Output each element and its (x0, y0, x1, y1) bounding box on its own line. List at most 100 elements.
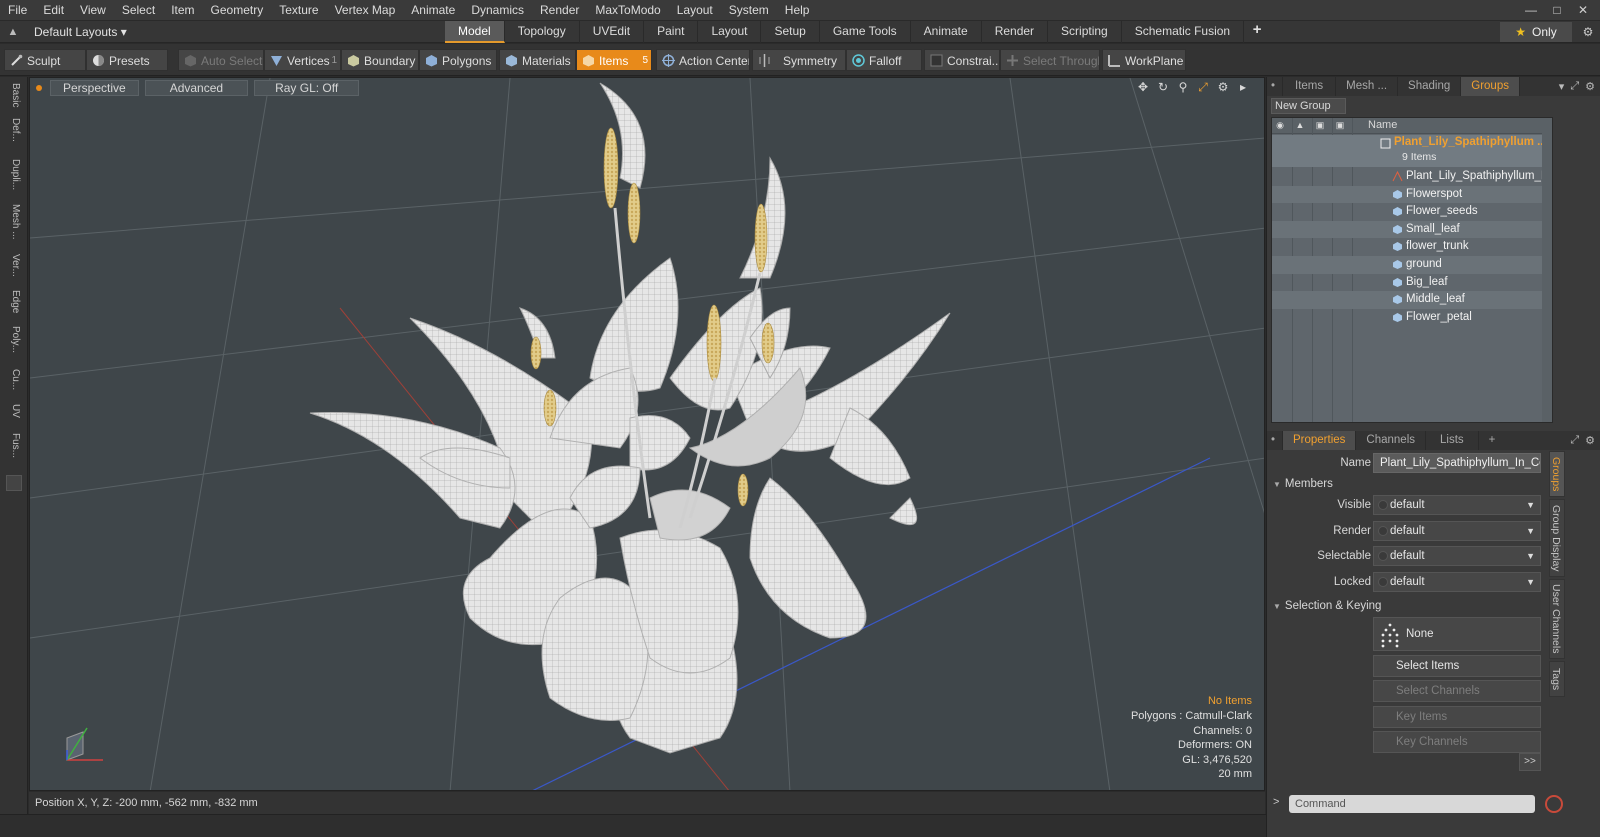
tab-lists[interactable]: Lists (1426, 431, 1479, 450)
vertices-button[interactable]: Vertices 1 (264, 49, 341, 71)
tab-basic[interactable]: Basic (4, 81, 24, 109)
tab-animate[interactable]: Animate (911, 21, 982, 43)
expand-icon[interactable]: ⤢ (1570, 434, 1579, 447)
eye-icon[interactable]: ◉ (1274, 120, 1286, 132)
falloff-button[interactable]: Falloff (846, 49, 922, 71)
pan-icon[interactable]: ✥ (1136, 80, 1150, 94)
name-field[interactable]: Plant_Lily_Spathiphyllum_In_Cera (1373, 453, 1541, 473)
menu-maxtomodo[interactable]: MaxToModo (587, 0, 668, 21)
tab-polygon[interactable]: Poly... (4, 321, 24, 359)
locked-dropdown[interactable]: default ▼ (1373, 572, 1541, 592)
none-button[interactable]: None (1373, 617, 1541, 651)
list-item[interactable]: Flower_seeds (1272, 203, 1552, 221)
list-item[interactable]: Plant_Lily_Spathiphyllum_In ... (1272, 168, 1552, 186)
tab-mesh[interactable]: Mesh ... (4, 203, 24, 241)
tab-groups[interactable]: Groups (1461, 77, 1520, 96)
expand-icon[interactable]: ⤢ (1570, 80, 1579, 93)
select-through-button[interactable]: Select Through (1000, 49, 1100, 71)
selection-keying-section[interactable]: ▼ Selection & Keying (1273, 599, 1543, 613)
sculpt-button[interactable]: Sculpt (4, 49, 86, 71)
tab-setup[interactable]: Setup (761, 21, 820, 43)
tab-layout[interactable]: Layout (698, 21, 762, 43)
key-channels-button[interactable]: Key Channels (1373, 731, 1541, 753)
tab-fusion[interactable]: Fus... (4, 427, 24, 465)
dropdown-icon[interactable]: ▾ (1559, 80, 1565, 93)
tab-uvedit[interactable]: UVEdit (580, 21, 645, 43)
side-tab-tags[interactable]: Tags (1549, 661, 1565, 697)
list-item[interactable]: Small_leaf (1272, 220, 1552, 239)
panel-gear-icon[interactable]: ⚙ (1585, 80, 1595, 93)
constraints-button[interactable]: Constrai... (924, 49, 1000, 71)
minimize-icon[interactable]: — (1520, 3, 1542, 17)
polygons-button[interactable]: Polygons (419, 49, 497, 71)
list-item[interactable]: flower_trunk (1272, 238, 1552, 256)
panel-gear-icon[interactable]: ⚙ (1585, 434, 1595, 447)
settings-icon[interactable]: ⚙ (1216, 80, 1230, 94)
menu-edit[interactable]: Edit (35, 0, 72, 21)
tab-vertex[interactable]: Ver... (4, 249, 24, 281)
fit-icon[interactable]: ⤢ (1196, 80, 1210, 94)
tab-properties[interactable]: Properties (1283, 431, 1357, 450)
tab-model[interactable]: Model (445, 21, 505, 43)
materials-button[interactable]: Materials (499, 49, 576, 71)
key-items-button[interactable]: Key Items (1373, 706, 1541, 728)
home-icon[interactable]: ▲ (0, 26, 26, 38)
viewport-menu-dot[interactable] (36, 85, 42, 91)
perspective-button[interactable]: Perspective (50, 80, 139, 96)
side-tab-user-channels[interactable]: User Channels (1549, 579, 1565, 659)
tab-deform[interactable]: Def... (4, 113, 24, 147)
side-tab-groups[interactable]: Groups (1549, 451, 1565, 497)
tab-scripting[interactable]: Scripting (1048, 21, 1122, 43)
workplane-button[interactable]: WorkPlane (1102, 49, 1186, 71)
list-item[interactable]: Flower_petal (1272, 309, 1552, 327)
visible-dropdown[interactable]: default ▼ (1373, 495, 1541, 515)
tab-duplicate[interactable]: Dupli... (4, 153, 24, 197)
command-input[interactable]: Command (1289, 795, 1535, 813)
menu-file[interactable]: File (0, 0, 35, 21)
tab-curve[interactable]: Cu... (4, 365, 24, 395)
list-item[interactable]: Big_leaf (1272, 274, 1552, 292)
toolbox-toggle[interactable] (6, 475, 22, 491)
menu-dynamics[interactable]: Dynamics (463, 0, 532, 21)
auto-select-button[interactable]: Auto Select (178, 49, 264, 71)
tab-shading[interactable]: Shading (1398, 77, 1462, 96)
menu-texture[interactable]: Texture (271, 0, 326, 21)
rotate-icon[interactable]: ↻ (1156, 80, 1170, 94)
side-tab-group-display[interactable]: Group Display (1549, 499, 1565, 577)
action-center-button[interactable]: Action Center (656, 49, 750, 71)
only-toggle[interactable]: ★ Only (1500, 22, 1572, 42)
group-list-scrollbar[interactable] (1542, 118, 1552, 422)
menu-render[interactable]: Render (532, 0, 587, 21)
group-row[interactable]: Plant_Lily_Spathiphyllum ... 9 Items (1272, 135, 1552, 167)
render-dropdown[interactable]: default ▼ (1373, 521, 1541, 541)
select-items-button[interactable]: Select Items (1373, 655, 1541, 677)
menu-geometry[interactable]: Geometry (203, 0, 272, 21)
presets-button[interactable]: Presets (86, 49, 168, 71)
members-section[interactable]: ▼ Members (1273, 477, 1543, 491)
advanced-button[interactable]: Advanced (144, 80, 249, 96)
menu-select[interactable]: Select (114, 0, 163, 21)
new-group-button[interactable]: New Group (1271, 98, 1346, 114)
more-button[interactable]: >> (1519, 753, 1541, 771)
menu-vertex-map[interactable]: Vertex Map (327, 0, 404, 21)
record-macro-icon[interactable] (1545, 795, 1563, 813)
list-item[interactable]: Flowerspot (1272, 185, 1552, 204)
add-tab-icon[interactable]: + (1244, 21, 1270, 43)
tab-uv[interactable]: UV (4, 399, 24, 423)
maximize-icon[interactable]: □ (1546, 3, 1568, 17)
selectable-dropdown[interactable]: default ▼ (1373, 546, 1541, 566)
tab-items[interactable]: Items (1283, 77, 1337, 96)
3d-viewport[interactable]: Perspective Advanced Ray GL: Off ✥ ↻ ⚲ ⤢… (29, 77, 1265, 791)
tab-mesh[interactable]: Mesh ... (1336, 77, 1399, 96)
close-icon[interactable]: ✕ (1572, 3, 1594, 17)
select-channels-button[interactable]: Select Channels (1373, 680, 1541, 702)
tab-edge[interactable]: Edge (4, 287, 24, 317)
add-tab-icon[interactable]: + (1479, 431, 1506, 450)
gear-icon[interactable]: ⚙ (1578, 21, 1598, 43)
raygl-button[interactable]: Ray GL: Off (254, 80, 360, 96)
boundary-button[interactable]: Boundary (341, 49, 419, 71)
tab-game-tools[interactable]: Game Tools (820, 21, 911, 43)
zoom-icon[interactable]: ⚲ (1176, 80, 1190, 94)
tab-paint[interactable]: Paint (644, 21, 699, 43)
menu-view[interactable]: View (72, 0, 114, 21)
